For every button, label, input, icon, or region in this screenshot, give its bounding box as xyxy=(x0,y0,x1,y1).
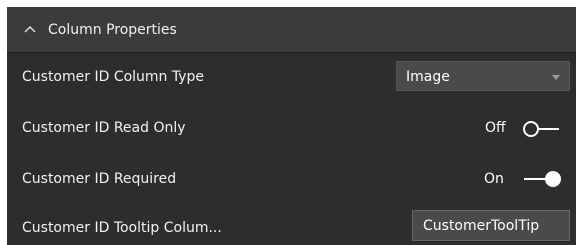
page: Column Properties Customer ID Column Typ… xyxy=(0,0,576,245)
properties-panel: Column Properties Customer ID Column Typ… xyxy=(7,7,576,245)
tooltip-column-value: CustomerToolTip xyxy=(423,218,540,234)
column-type-dropdown[interactable]: Image xyxy=(396,61,570,91)
row-column-type: Customer ID Column Type Image xyxy=(7,53,576,101)
dropdown-caret-icon xyxy=(552,75,560,80)
clipped-header-text xyxy=(0,0,576,7)
row-read-only: Customer ID Read Only Off xyxy=(7,103,576,151)
required-toggle[interactable] xyxy=(522,169,562,189)
column-type-value: Image xyxy=(406,69,450,85)
tooltip-column-input[interactable]: CustomerToolTip xyxy=(412,210,570,241)
required-state-label: On xyxy=(484,171,504,187)
read-only-state-label: Off xyxy=(485,120,506,136)
read-only-toggle[interactable] xyxy=(521,119,561,139)
required-label: Customer ID Required xyxy=(22,171,177,187)
column-properties-header[interactable]: Column Properties xyxy=(7,7,576,53)
row-tooltip-column: Customer ID Tooltip Colum... CustomerToo… xyxy=(7,203,576,245)
chevron-up-icon xyxy=(24,26,36,33)
row-required: Customer ID Required On xyxy=(7,153,576,201)
section-title: Column Properties xyxy=(48,22,177,38)
tooltip-column-label: Customer ID Tooltip Colum... xyxy=(22,220,222,236)
column-type-label: Customer ID Column Type xyxy=(22,69,205,85)
read-only-label: Customer ID Read Only xyxy=(22,120,186,136)
